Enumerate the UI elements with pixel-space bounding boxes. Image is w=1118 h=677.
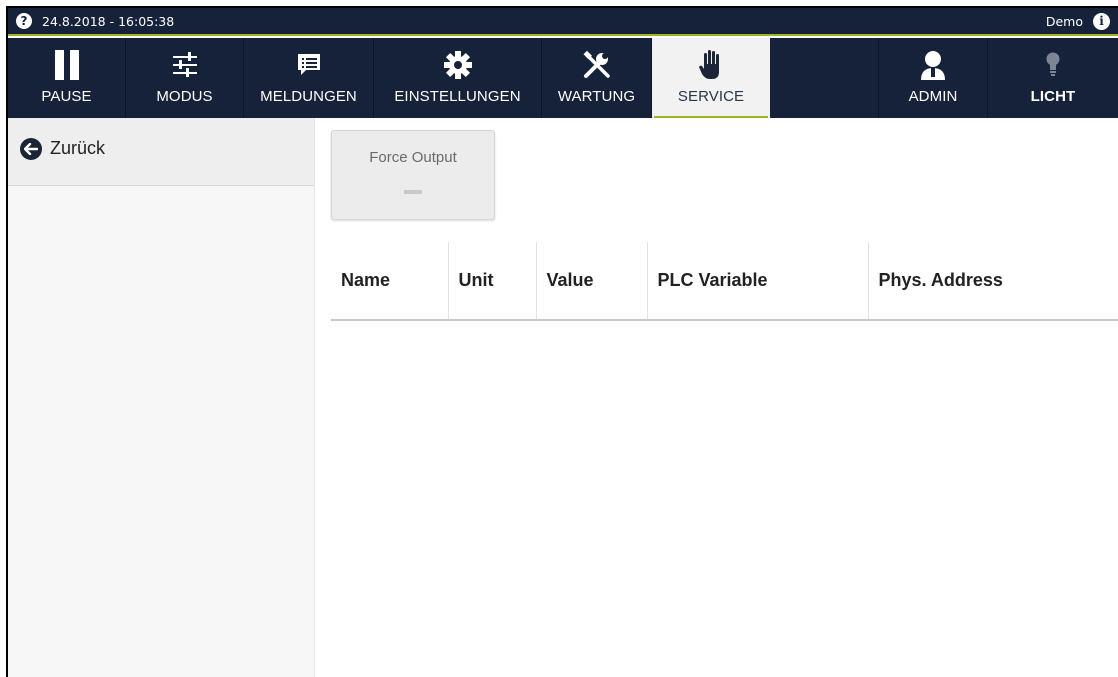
back-button[interactable]: Zurück bbox=[8, 118, 314, 186]
nav-einstellungen[interactable]: EINSTELLUNGEN bbox=[374, 38, 542, 118]
nav-admin-label: ADMIN bbox=[908, 88, 958, 105]
io-table: Name Unit Value PLC Variable Phys. Addre… bbox=[331, 242, 1118, 321]
force-output-state-indicator bbox=[404, 190, 422, 194]
nav-wartung[interactable]: WARTUNG bbox=[542, 38, 652, 118]
nav-pause-label: PAUSE bbox=[41, 88, 92, 105]
main-nav: PAUSE MODUS MELDUNGEN EINSTELLUNGEN WART… bbox=[8, 38, 1118, 121]
messages-icon bbox=[296, 46, 322, 84]
nav-modus-label: MODUS bbox=[156, 88, 213, 105]
nav-meldungen[interactable]: MELDUNGEN bbox=[244, 38, 374, 118]
info-icon[interactable]: i bbox=[1093, 12, 1110, 30]
nav-licht[interactable]: LICHT bbox=[988, 38, 1118, 118]
pause-icon bbox=[54, 46, 80, 84]
force-output-button[interactable]: Force Output bbox=[331, 130, 495, 220]
column-header-value[interactable]: Value bbox=[536, 242, 648, 321]
nav-service[interactable]: SERVICE bbox=[652, 38, 770, 121]
table-header-row: Name Unit Value PLC Variable Phys. Addre… bbox=[331, 242, 1118, 321]
sliders-icon bbox=[171, 46, 199, 84]
help-icon[interactable]: ? bbox=[16, 13, 32, 29]
column-header-name[interactable]: Name bbox=[331, 242, 449, 321]
hand-icon bbox=[699, 46, 723, 84]
main-content: Force Output Name Unit Value PLC Variabl… bbox=[315, 118, 1118, 677]
user-name: Demo bbox=[1045, 13, 1083, 29]
nav-licht-label: LICHT bbox=[1030, 88, 1076, 105]
nav-admin[interactable]: ADMIN bbox=[878, 38, 988, 118]
gear-icon bbox=[443, 46, 472, 84]
nav-service-label: SERVICE bbox=[677, 88, 745, 105]
arrow-left-icon bbox=[20, 138, 42, 160]
datetime-display: 24.8.2018 - 16:05:38 bbox=[42, 13, 175, 29]
back-button-label: Zurück bbox=[50, 138, 106, 158]
force-output-label: Force Output bbox=[369, 149, 457, 166]
column-header-plc-variable[interactable]: PLC Variable bbox=[647, 242, 869, 321]
user-icon bbox=[919, 46, 947, 84]
column-header-unit[interactable]: Unit bbox=[448, 242, 537, 321]
status-bar: ? 24.8.2018 - 16:05:38 Demo i bbox=[8, 8, 1118, 36]
tools-icon bbox=[582, 46, 612, 84]
app-window: ? 24.8.2018 - 16:05:38 Demo i PAUSE MODU… bbox=[6, 6, 1118, 677]
nav-modus[interactable]: MODUS bbox=[126, 38, 244, 118]
nav-meldungen-label: MELDUNGEN bbox=[260, 88, 357, 105]
sidebar: Zurück bbox=[8, 118, 315, 677]
nav-einstellungen-label: EINSTELLUNGEN bbox=[394, 88, 521, 105]
bulb-icon bbox=[1045, 46, 1061, 84]
nav-pause[interactable]: PAUSE bbox=[8, 38, 126, 118]
nav-wartung-label: WARTUNG bbox=[557, 88, 636, 105]
column-header-phys-address[interactable]: Phys. Address bbox=[868, 242, 1118, 321]
